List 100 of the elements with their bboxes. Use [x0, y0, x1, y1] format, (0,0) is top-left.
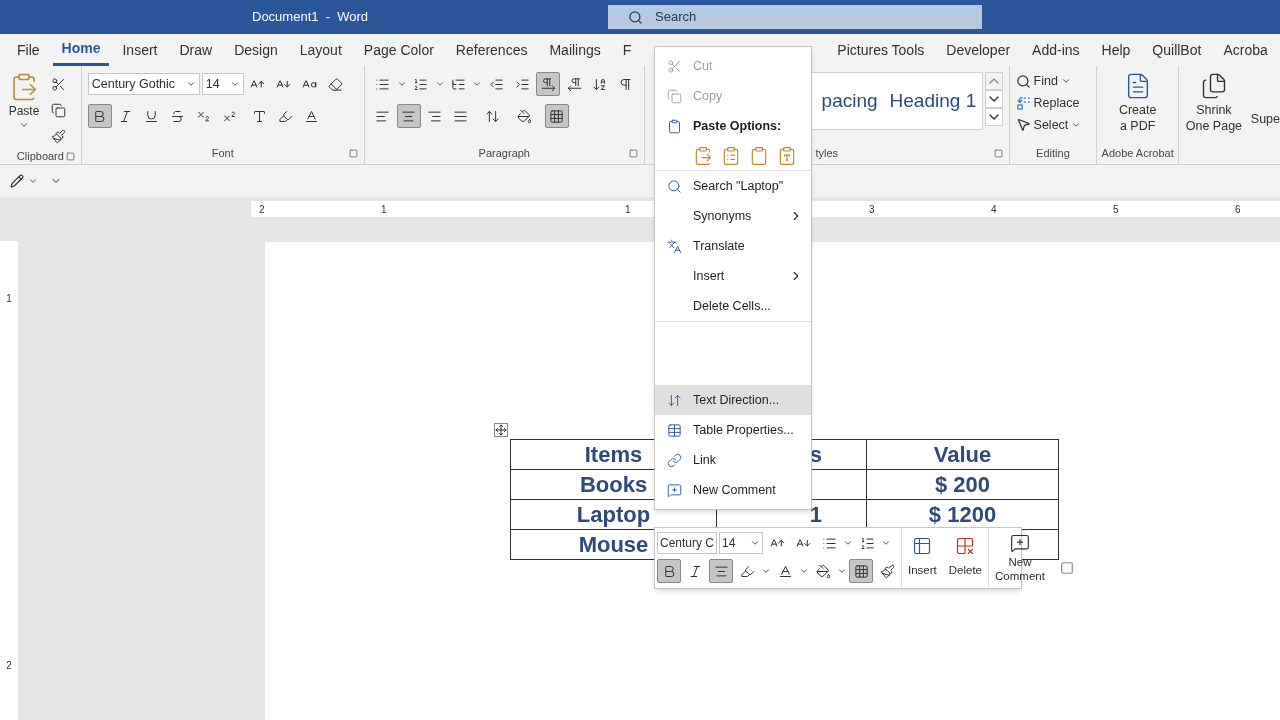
ruler-number: 1: [381, 202, 387, 217]
table-icon: [912, 536, 933, 557]
menu-item[interactable]: Table Properties...: [655, 415, 811, 445]
pointer-icon: [1015, 117, 1031, 133]
comment-icon: [667, 482, 682, 498]
style-item[interactable]: Heading 1: [889, 86, 977, 116]
table-cell-text: 1: [809, 501, 822, 527]
ribbon-tab[interactable]: Mailings: [540, 34, 610, 66]
find-button[interactable]: Find: [1015, 72, 1091, 91]
ruler-number: 5: [1113, 202, 1119, 217]
ribbon-tab[interactable]: Design: [225, 34, 287, 66]
ribbon-tab[interactable]: Add-ins: [1023, 34, 1089, 66]
ribbon-tab[interactable]: Acroba: [1214, 34, 1277, 66]
menu-item[interactable]: Text Direction...: [655, 385, 811, 415]
table-cell-text: $ 1200: [928, 501, 997, 527]
text-direction-icon: [667, 392, 682, 408]
select-button[interactable]: Select: [1015, 115, 1091, 135]
paste-text-icon[interactable]: [777, 145, 797, 166]
table-resize-handle-icon[interactable]: [1060, 561, 1074, 575]
pen-icon[interactable]: [10, 174, 24, 188]
menu-item[interactable]: Paste Options:: [655, 111, 811, 141]
menu-item[interactable]: Search "Laptop": [655, 171, 811, 201]
menu-item[interactable]: Translate: [655, 231, 811, 261]
new-comment-button[interactable]: New Comment: [989, 528, 1051, 588]
table-cell-text: $ 200: [934, 471, 991, 497]
caret-icon: [19, 120, 29, 130]
paste-merge-icon[interactable]: [721, 145, 741, 166]
caret-icon: [843, 538, 853, 548]
ribbon-tab[interactable]: F: [613, 34, 641, 66]
create-pdf-button[interactable]: Create a PDF: [1103, 72, 1172, 134]
table-cell-text: Value: [933, 441, 992, 467]
borders-icon[interactable]: [849, 559, 873, 583]
font-name-field[interactable]: Century Gothic: [87, 73, 200, 95]
caret-icon: [472, 79, 483, 89]
ribbon-tab[interactable]: File: [8, 34, 49, 66]
ribbon-tab[interactable]: Developer: [937, 34, 1020, 66]
caret-icon: [799, 566, 809, 576]
table-move-handle-icon[interactable]: [494, 423, 508, 437]
left-to-right-icon[interactable]: [536, 72, 561, 96]
shrink-one-page-button[interactable]: Shrink One Page: [1183, 72, 1245, 134]
group-label: Paragraph: [478, 145, 530, 161]
borders-icon[interactable]: [544, 104, 569, 128]
bold-icon[interactable]: [87, 104, 112, 128]
table-delete-icon: [955, 536, 976, 557]
caret-icon: [881, 538, 891, 548]
ruler-number: 3: [869, 202, 875, 217]
style-item[interactable]: pacing: [821, 86, 878, 116]
menu-item[interactable]: Insert: [655, 261, 811, 291]
ribbon-button-label[interactable]: Supe: [1250, 112, 1280, 126]
font-name-field[interactable]: Century C: [657, 532, 717, 554]
more-styles-icon[interactable]: [984, 108, 1003, 126]
styles-gallery[interactable]: pacing Heading 1: [810, 72, 983, 130]
ribbon-tab[interactable]: Draw: [170, 34, 222, 66]
group-label: Clipboard: [16, 149, 64, 164]
menu-item[interactable]: Delete Cells...: [655, 291, 811, 321]
ribbon-tab[interactable]: Insert: [113, 34, 167, 66]
ribbon-tab[interactable]: QuillBot: [1143, 34, 1211, 66]
copy-icon: [667, 88, 682, 104]
menu-item[interactable]: Link: [655, 445, 811, 475]
ribbon-tab[interactable]: Pictures Tools: [828, 34, 934, 66]
font-size-field[interactable]: 14: [719, 532, 763, 554]
scroll-down-icon[interactable]: [984, 90, 1003, 108]
insert-button[interactable]: Insert: [902, 528, 943, 588]
group-label: Font: [211, 145, 234, 161]
ruler-number: 6: [1235, 202, 1241, 217]
ribbon-tab[interactable]: Page Color: [354, 34, 443, 66]
search-icon: [667, 178, 682, 194]
ruler-number: 4: [991, 202, 997, 217]
paste-keep-formatting-icon[interactable]: [693, 145, 713, 166]
group-label: tyles: [815, 145, 838, 161]
translate-icon: [667, 238, 682, 254]
caret-icon: [396, 79, 407, 89]
font-size-field[interactable]: 14: [201, 73, 244, 95]
replace-button[interactable]: Replace: [1015, 93, 1091, 113]
ribbon-tab[interactable]: References: [446, 34, 537, 66]
caret-icon: [761, 566, 771, 576]
table-properties-icon: [667, 422, 682, 438]
window-title: Document1 - Word: [252, 8, 369, 27]
align-center-icon[interactable]: [396, 104, 421, 128]
paste-picture-icon[interactable]: [749, 145, 769, 166]
caret-icon: [434, 79, 445, 89]
ribbon-tab[interactable]: Help: [1092, 34, 1140, 66]
menu-item[interactable]: New Comment: [655, 475, 811, 505]
table-cell-text: Items: [584, 441, 643, 467]
menu-item[interactable]: Synonyms: [655, 201, 811, 231]
search-field[interactable]: Search: [608, 5, 983, 29]
delete-button[interactable]: Delete: [942, 528, 989, 588]
group-label: Editing: [1036, 145, 1070, 161]
cut-icon: [667, 58, 682, 74]
table-cell-text: Laptop: [576, 501, 651, 527]
paste-button[interactable]: Paste: [6, 72, 42, 148]
ruler-number: 2: [6, 659, 12, 673]
ribbon-tab[interactable]: Layout: [290, 34, 351, 66]
comment-icon: [1009, 533, 1030, 553]
replace-icon: [1015, 95, 1031, 111]
group-label: Adobe Acrobat: [1101, 145, 1174, 161]
ruler-number: 2: [259, 202, 265, 217]
caret-icon: [229, 79, 240, 89]
caret-icon: [837, 566, 847, 576]
bold-icon[interactable]: [657, 559, 681, 583]
